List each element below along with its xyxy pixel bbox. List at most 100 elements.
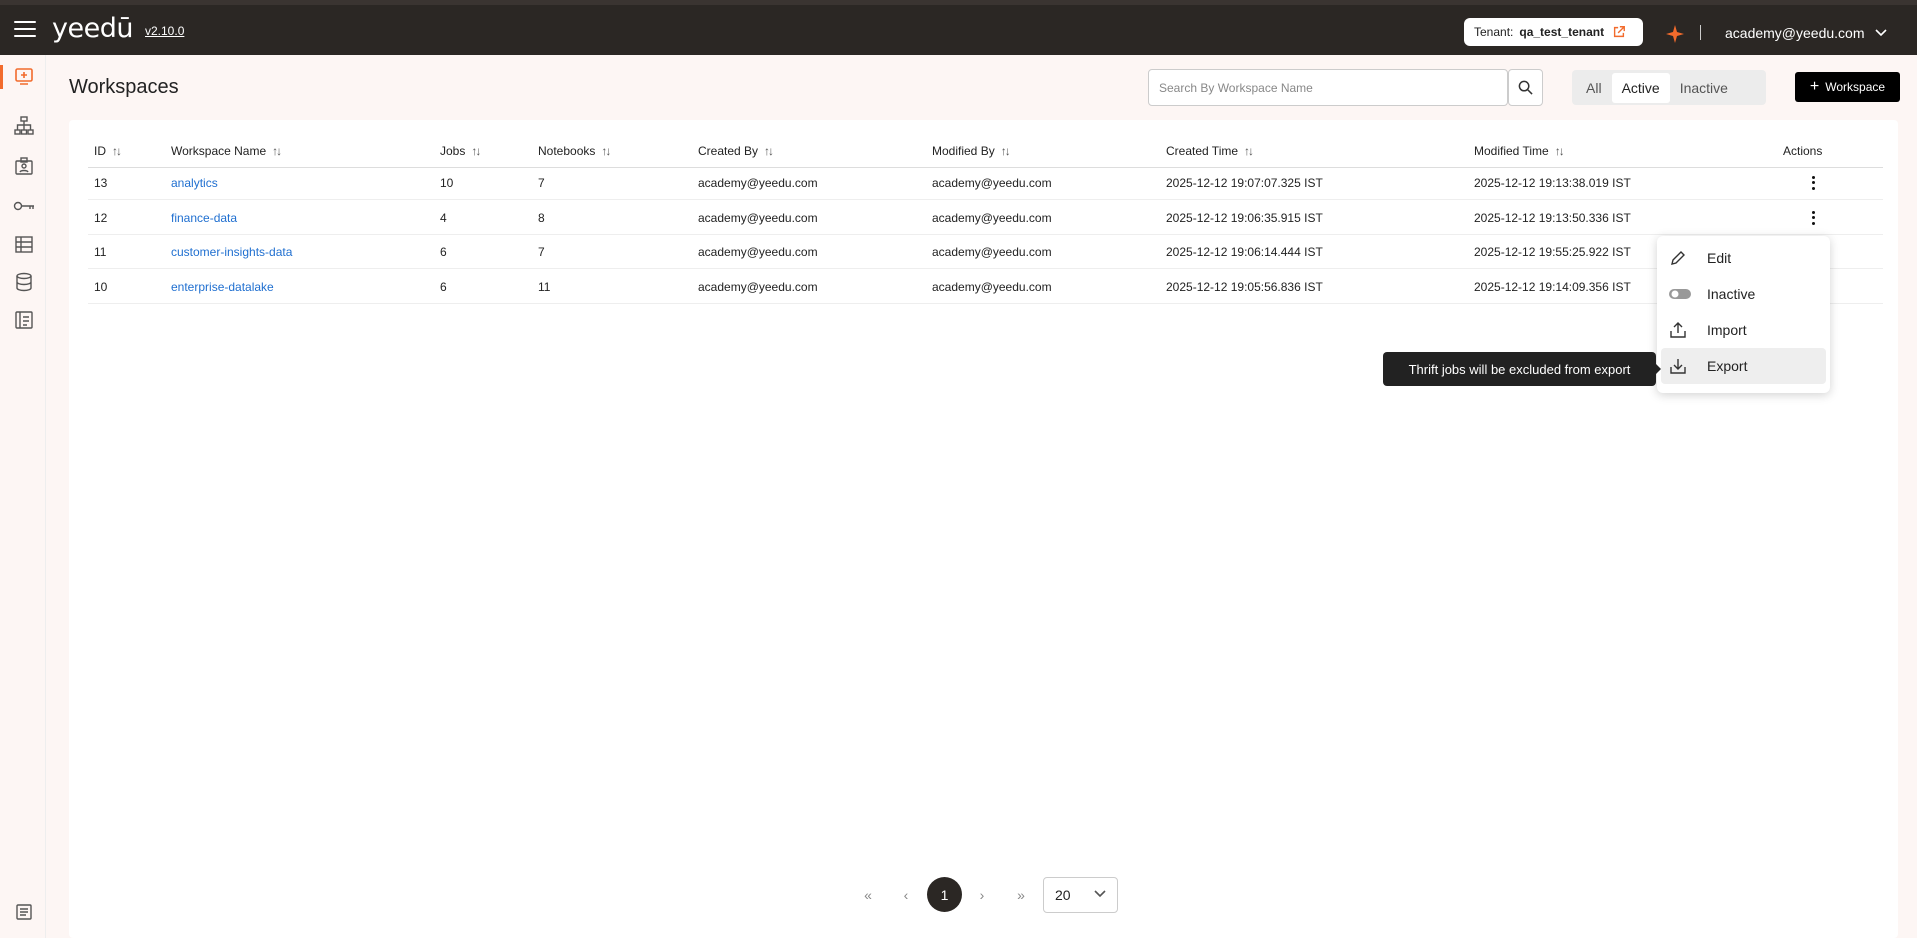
filter-active[interactable]: Active [1611, 72, 1670, 103]
user-menu[interactable]: academy@yeedu.com [1725, 25, 1887, 41]
cell-created-by: academy@yeedu.com [698, 279, 818, 294]
cell-created-time: 2025-12-12 19:06:35.915 IST [1166, 210, 1323, 225]
cell-modified-by: academy@yeedu.com [932, 279, 1052, 294]
kebab-icon [1812, 175, 1816, 190]
col-workspace-name-label: Workspace Name [171, 143, 267, 158]
cell-jobs: 10 [440, 175, 454, 190]
sort-icon: ↑↓ [764, 143, 774, 158]
sidebar-item-workspaces[interactable] [12, 64, 36, 88]
sidebar-item-catalog[interactable] [12, 308, 36, 332]
plus-icon: + [1809, 78, 1820, 95]
database-icon [16, 272, 32, 292]
sparkle-icon[interactable] [1665, 24, 1685, 44]
menu-item-export[interactable]: Export [1661, 348, 1826, 384]
workspace-link[interactable]: analytics [171, 176, 218, 190]
cell-created-time: 2025-12-12 19:07:07.325 IST [1166, 175, 1323, 190]
col-modified-time-label: Modified Time [1474, 143, 1549, 158]
next-page-button[interactable]: › [972, 877, 992, 913]
top-bar: yeedū v2.10.0 Tenant: qa_test_tenant aca… [0, 0, 1917, 55]
menu-item-label: Export [1707, 358, 1748, 374]
cell-created-by: academy@yeedu.com [698, 244, 818, 259]
menu-item-inactive[interactable]: Inactive [1661, 276, 1826, 312]
cell-modified-by: academy@yeedu.com [932, 210, 1052, 225]
page-title: Workspaces [69, 76, 179, 98]
building-icon [15, 236, 33, 253]
tenant-badge[interactable]: Tenant: qa_test_tenant [1464, 18, 1643, 46]
cell-modified-time: 2025-12-12 19:13:38.019 IST [1474, 175, 1631, 190]
id-badge-icon [15, 157, 33, 175]
sort-icon: ↑↓ [112, 143, 122, 158]
filter-inactive[interactable]: Inactive [1670, 73, 1738, 103]
search-input[interactable] [1149, 80, 1507, 95]
chevron-down-icon [1874, 29, 1887, 37]
sidebar-item-environments[interactable] [12, 232, 36, 256]
cell-modified-by: academy@yeedu.com [932, 244, 1052, 259]
row-actions-button[interactable] [1812, 210, 1816, 225]
col-created-by-label: Created By [698, 143, 759, 158]
workspace-link[interactable]: finance-data [171, 211, 237, 225]
app-version[interactable]: v2.10.0 [145, 24, 184, 38]
sidebar-item-clusters[interactable] [12, 114, 36, 138]
sidebar-item-docs[interactable] [12, 900, 36, 924]
col-created-time-label: Created Time [1166, 143, 1239, 158]
cell-id: 12 [94, 210, 108, 225]
col-jobs-label: Jobs [440, 143, 466, 158]
tenant-label: Tenant: [1474, 25, 1514, 39]
cell-notebooks: 7 [538, 175, 545, 190]
current-page[interactable]: 1 [927, 877, 962, 912]
cell-notebooks: 11 [538, 279, 551, 294]
row-actions-menu: Edit Inactive Import Export [1657, 236, 1830, 393]
col-modified-by-label: Modified By [932, 143, 995, 158]
first-page-button[interactable]: « [858, 877, 878, 913]
hamburger-menu-icon[interactable] [14, 21, 36, 39]
user-email: academy@yeedu.com [1725, 25, 1865, 41]
menu-item-label: Edit [1707, 250, 1732, 266]
sidebar-item-secrets[interactable] [12, 194, 36, 218]
page-size-select[interactable]: 20 [1043, 877, 1118, 913]
col-created-by[interactable]: Created By ↑↓ [698, 143, 774, 158]
col-id-label: ID [94, 143, 106, 158]
sidebar [0, 55, 46, 938]
col-id[interactable]: ID ↑↓ [94, 143, 122, 158]
col-jobs[interactable]: Jobs ↑↓ [440, 143, 481, 158]
sidebar-item-storage[interactable] [12, 270, 36, 294]
kebab-icon [1812, 210, 1816, 225]
last-page-button[interactable]: » [1011, 877, 1031, 913]
col-created-time[interactable]: Created Time ↑↓ [1166, 143, 1254, 158]
app-logo[interactable]: yeedū [52, 13, 133, 44]
add-workspace-button[interactable]: + Workspace [1795, 72, 1900, 102]
sidebar-item-credentials[interactable] [12, 154, 36, 178]
download-icon [1670, 359, 1686, 374]
col-notebooks-label: Notebooks [538, 143, 596, 158]
sort-icon: ↑↓ [471, 143, 481, 158]
col-modified-time[interactable]: Modified Time ↑↓ [1474, 143, 1565, 158]
col-workspace-name[interactable]: Workspace Name ↑↓ [171, 143, 282, 158]
menu-item-label: Inactive [1707, 286, 1756, 302]
cell-id: 11 [94, 244, 107, 259]
upload-icon [1670, 322, 1686, 338]
external-link-icon [1614, 26, 1626, 38]
cell-modified-time: 2025-12-12 19:14:09.356 IST [1474, 279, 1631, 294]
row-actions-button[interactable] [1812, 175, 1816, 190]
col-notebooks[interactable]: Notebooks ↑↓ [538, 143, 611, 158]
col-modified-by[interactable]: Modified By ↑↓ [932, 143, 1011, 158]
table-row: 12 finance-data 4 8 academy@yeedu.com ac… [88, 201, 1883, 235]
workspace-link[interactable]: customer-insights-data [171, 245, 292, 259]
catalog-icon [15, 311, 33, 329]
table-row: 13 analytics 10 7 academy@yeedu.com acad… [88, 166, 1883, 200]
cell-jobs: 4 [440, 210, 447, 225]
workspace-link[interactable]: enterprise-datalake [171, 280, 274, 294]
search-button[interactable] [1508, 69, 1543, 106]
tenant-name: qa_test_tenant [1519, 25, 1605, 39]
menu-item-import[interactable]: Import [1661, 312, 1826, 348]
key-icon [13, 201, 34, 211]
prev-page-button[interactable]: ‹ [896, 877, 916, 913]
page-size-value: 20 [1055, 887, 1071, 903]
cell-modified-time: 2025-12-12 19:55:25.922 IST [1474, 244, 1631, 259]
sort-icon: ↑↓ [1244, 143, 1254, 158]
filter-all[interactable]: All [1576, 73, 1612, 103]
cell-created-by: academy@yeedu.com [698, 175, 818, 190]
search-icon [1518, 80, 1533, 95]
menu-item-edit[interactable]: Edit [1661, 240, 1826, 276]
table-row: 11 customer-insights-data 6 7 academy@ye… [88, 235, 1883, 269]
